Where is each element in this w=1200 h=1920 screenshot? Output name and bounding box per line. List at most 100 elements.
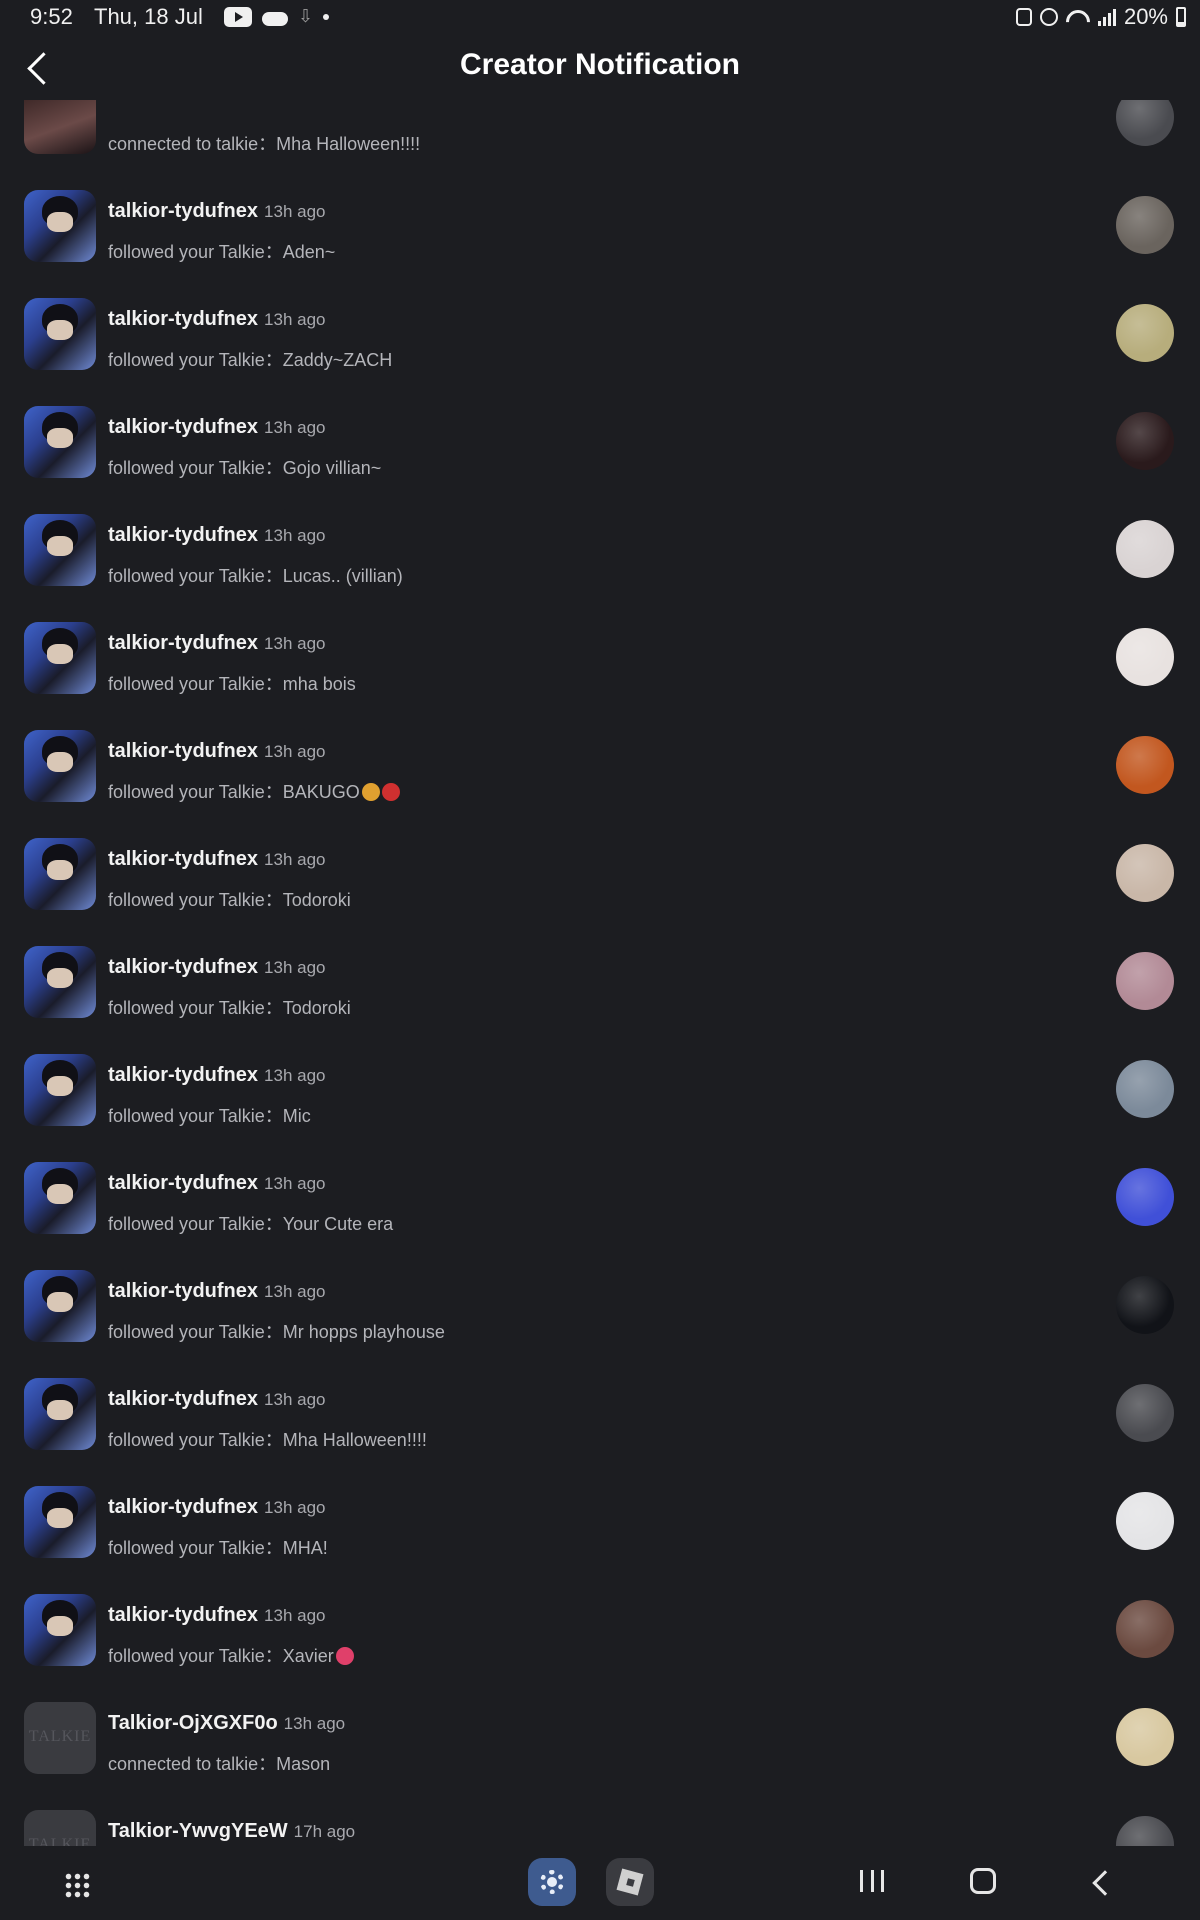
notification-row[interactable]: talkior-tydufnex 13h ago followed your Tal… bbox=[0, 378, 1200, 486]
status-system-icons: 20% bbox=[1015, 4, 1186, 30]
notification-timestamp: 13h ago bbox=[264, 202, 326, 221]
notification-row[interactable]: connected to talkie：Mha Halloween!!!! bbox=[0, 100, 1200, 162]
talkie-thumbnail[interactable] bbox=[1116, 1492, 1174, 1550]
alarm-icon bbox=[1039, 8, 1058, 26]
username-text: talkior-tydufnex bbox=[108, 200, 259, 222]
notification-timestamp: 13h ago bbox=[264, 526, 326, 545]
notification-row[interactable]: talkior-tydufnex 13h ago followed your Tal… bbox=[0, 1026, 1200, 1134]
user-avatar[interactable]: TALKIE bbox=[24, 1810, 96, 1846]
notification-username[interactable]: talkior-tydufnex 13h ago bbox=[108, 1604, 325, 1627]
emoji-icon bbox=[361, 783, 380, 801]
notification-row[interactable]: talkior-tydufnex 13h ago followed your Tal… bbox=[0, 1134, 1200, 1242]
talkie-thumbnail[interactable] bbox=[1116, 196, 1174, 254]
talkie-thumbnail[interactable] bbox=[1116, 844, 1174, 902]
message-text: connected to talkie：Mason bbox=[108, 1754, 331, 1774]
notification-username[interactable]: talkior-tydufnex 13h ago bbox=[108, 632, 325, 655]
message-text: followed your Talkie：Lucas.. (villian) bbox=[108, 566, 403, 586]
talkie-thumbnail[interactable] bbox=[1116, 1600, 1174, 1658]
talkie-thumbnail[interactable] bbox=[1116, 304, 1174, 362]
notification-row[interactable]: TALKIETalkior-YwvgYEeW17h agoconnected t… bbox=[0, 1782, 1200, 1846]
user-avatar[interactable] bbox=[24, 622, 96, 694]
talkie-thumbnail[interactable] bbox=[1116, 952, 1174, 1010]
notification-row[interactable]: talkior-tydufnex 13h ago followed your Tal… bbox=[0, 270, 1200, 378]
user-avatar[interactable] bbox=[24, 946, 96, 1018]
user-avatar[interactable] bbox=[24, 1162, 96, 1234]
battery-icon bbox=[1176, 7, 1186, 27]
notification-row[interactable]: talkior-tydufnex 13h ago followed your Tal… bbox=[0, 1350, 1200, 1458]
notification-username[interactable]: talkior-tydufnex 13h ago bbox=[108, 308, 325, 331]
notification-timestamp: 13h ago bbox=[264, 418, 326, 437]
notification-timestamp: 13h ago bbox=[264, 1066, 326, 1085]
notification-message: connected to talkie：Mason bbox=[108, 1750, 330, 1776]
user-avatar[interactable] bbox=[24, 1486, 96, 1558]
notification-row[interactable]: talkior-tydufnex 13h ago followed your Tal… bbox=[0, 810, 1200, 918]
username-text: talkior-tydufnex bbox=[108, 1388, 259, 1410]
notification-username[interactable]: talkior-tydufnex 13h ago bbox=[108, 200, 325, 223]
status-date: Thu, 18 Jul bbox=[94, 4, 203, 29]
user-avatar[interactable] bbox=[24, 406, 96, 478]
talkie-thumbnail[interactable] bbox=[1116, 1708, 1174, 1766]
notification-row[interactable]: talkior-tydufnex 13h ago followed your Tal… bbox=[0, 486, 1200, 594]
user-avatar[interactable] bbox=[24, 1378, 96, 1450]
notification-username[interactable]: talkior-tydufnex 13h ago bbox=[108, 1064, 325, 1087]
notification-username[interactable]: talkior-tydufnex 13h ago bbox=[108, 1280, 325, 1303]
notification-list[interactable]: connected to talkie：Mha Halloween!!!! tal… bbox=[0, 100, 1200, 1846]
talkie-thumbnail[interactable] bbox=[1116, 1276, 1174, 1334]
user-avatar[interactable] bbox=[24, 1054, 96, 1126]
user-avatar[interactable] bbox=[24, 1594, 96, 1666]
notification-message: followed your Talkie：Todoroki bbox=[108, 886, 351, 912]
user-avatar[interactable] bbox=[24, 514, 96, 586]
vpn-icon bbox=[1015, 8, 1032, 26]
notification-row[interactable]: talkior-tydufnex 13h ago followed your Tal… bbox=[0, 918, 1200, 1026]
notification-row[interactable]: talkior-tydufnex 13h ago followed your Tal… bbox=[0, 594, 1200, 702]
notification-username[interactable]: talkior-tydufnex 13h ago bbox=[108, 848, 325, 871]
user-avatar[interactable] bbox=[24, 100, 96, 154]
talkie-thumbnail[interactable] bbox=[1116, 736, 1174, 794]
talkie-thumbnail[interactable] bbox=[1116, 628, 1174, 686]
apps-grid-icon[interactable] bbox=[64, 1872, 90, 1898]
notification-username[interactable]: talkior-tydufnex 13h ago bbox=[108, 1388, 325, 1411]
user-avatar[interactable] bbox=[24, 838, 96, 910]
notification-username[interactable]: talkior-tydufnex 13h ago bbox=[108, 416, 325, 439]
settings-app-icon[interactable] bbox=[528, 1858, 576, 1906]
notification-row[interactable]: talkior-tydufnex 13h ago followed your Tal… bbox=[0, 1242, 1200, 1350]
status-notification-icons: ⇩ bbox=[224, 6, 330, 27]
emoji-icon bbox=[335, 1647, 354, 1665]
notification-username[interactable]: talkior-tydufnex 13h ago bbox=[108, 524, 325, 547]
user-avatar[interactable] bbox=[24, 730, 96, 802]
username-text: Talkior-YwvgYEeW bbox=[108, 1820, 288, 1842]
roblox-app-icon[interactable] bbox=[606, 1858, 654, 1906]
user-avatar[interactable] bbox=[24, 190, 96, 262]
notification-message: followed your Talkie：BAKUGO bbox=[108, 778, 400, 804]
recents-icon[interactable] bbox=[860, 1870, 884, 1894]
notification-row[interactable]: talkior-tydufnex 13h ago followed your Tal… bbox=[0, 1458, 1200, 1566]
back-icon[interactable] bbox=[1088, 1870, 1112, 1894]
notification-row[interactable]: talkior-tydufnex 13h ago followed your Tal… bbox=[0, 162, 1200, 270]
notification-username[interactable]: talkior-tydufnex 13h ago bbox=[108, 1496, 325, 1519]
username-text: talkior-tydufnex bbox=[108, 1064, 259, 1086]
talkie-thumbnail[interactable] bbox=[1116, 1060, 1174, 1118]
talkie-thumbnail[interactable] bbox=[1116, 1816, 1174, 1846]
user-avatar[interactable] bbox=[24, 1270, 96, 1342]
home-icon[interactable] bbox=[970, 1868, 996, 1894]
username-text: talkior-tydufnex bbox=[108, 1280, 259, 1302]
username-text: talkior-tydufnex bbox=[108, 848, 259, 870]
notification-row[interactable]: TALKIE Talkior-OjXGXF0o 13h ago connected t… bbox=[0, 1674, 1200, 1782]
notification-username[interactable]: Talkior-OjXGXF0o 13h ago bbox=[108, 1712, 345, 1735]
talkie-thumbnail[interactable] bbox=[1116, 1168, 1174, 1226]
notification-username[interactable]: talkior-tydufnex 13h ago bbox=[108, 1172, 325, 1195]
notification-username[interactable]: talkior-tydufnex 13h ago bbox=[108, 956, 325, 979]
dot-icon bbox=[323, 13, 330, 20]
notification-timestamp: 13h ago bbox=[264, 850, 326, 869]
talkie-thumbnail[interactable] bbox=[1116, 520, 1174, 578]
talkie-thumbnail[interactable] bbox=[1116, 412, 1174, 470]
notification-username[interactable]: Talkior-YwvgYEeW 17h ago bbox=[108, 1820, 355, 1843]
username-text: talkior-tydufnex bbox=[108, 632, 259, 654]
notification-row[interactable]: talkior-tydufnex 13h ago followed your Tal… bbox=[0, 702, 1200, 810]
notification-username[interactable]: talkior-tydufnex 13h ago bbox=[108, 740, 325, 763]
user-avatar[interactable]: TALKIE bbox=[24, 1702, 96, 1774]
notification-row[interactable]: talkior-tydufnex 13h ago followed your Tal… bbox=[0, 1566, 1200, 1674]
user-avatar[interactable] bbox=[24, 298, 96, 370]
talkie-thumbnail[interactable] bbox=[1116, 100, 1174, 146]
talkie-thumbnail[interactable] bbox=[1116, 1384, 1174, 1442]
